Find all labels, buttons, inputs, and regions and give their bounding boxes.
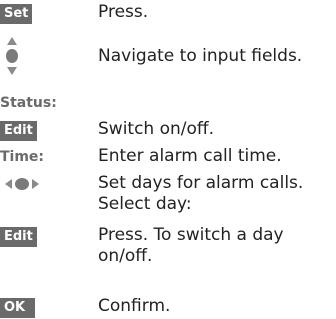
status-label: Status:	[0, 95, 57, 111]
set-softkey: Set	[0, 4, 33, 24]
left-right-navigation-icon	[5, 178, 39, 190]
up-down-navigation-icon	[6, 37, 18, 75]
step-description: Press.	[98, 2, 149, 22]
edit-softkey: Edit	[0, 227, 37, 247]
step-description: Navigate to input fields.	[98, 46, 303, 66]
step-description: Set days for alarm calls. Select day:	[98, 173, 304, 214]
step-description: Confirm.	[98, 296, 171, 316]
instruction-list: Set Press. Navigate to input fields. Sta…	[0, 0, 336, 319]
ok-softkey: OK	[0, 298, 35, 318]
step-description: Enter alarm call time.	[98, 146, 282, 166]
time-label: Time:	[0, 149, 45, 165]
edit-softkey: Edit	[0, 121, 37, 141]
step-description: Switch on/off.	[98, 119, 215, 139]
step-description: Press. To switch a day on/off.	[98, 225, 284, 266]
